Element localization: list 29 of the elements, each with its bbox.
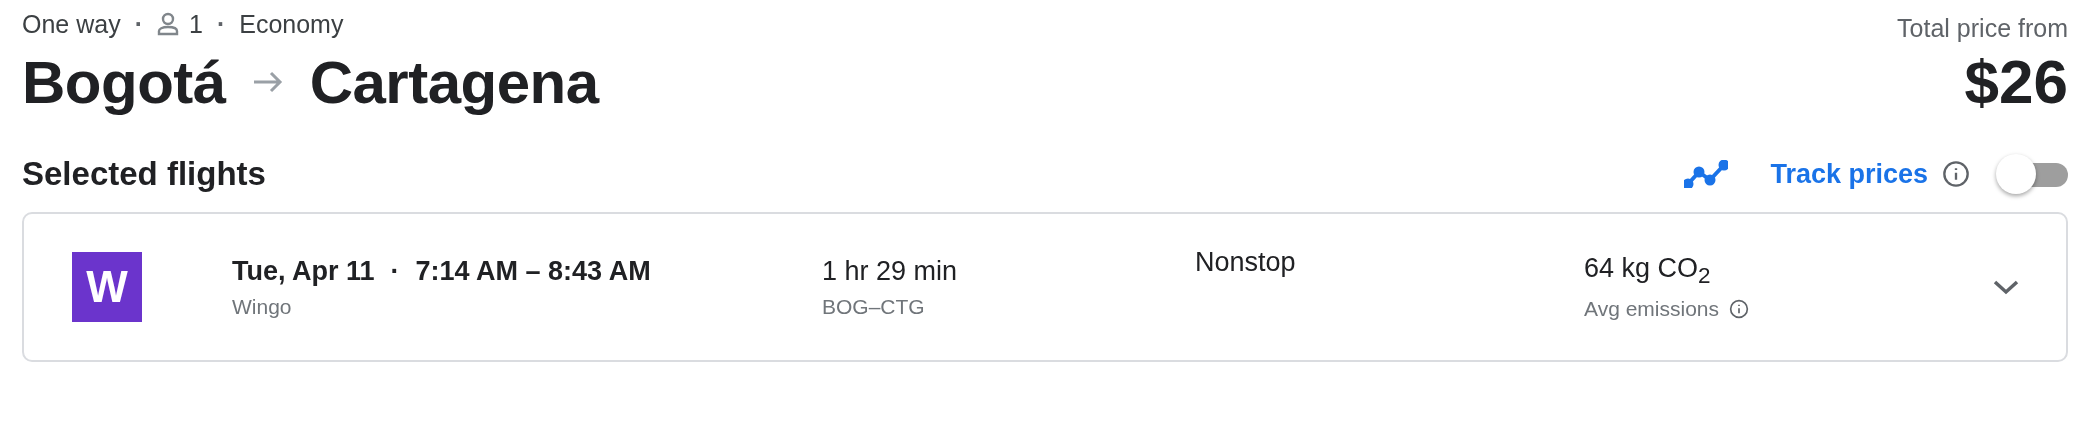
- destination-city: Cartagena: [309, 47, 599, 117]
- price-amount: $26: [1964, 46, 2068, 118]
- flight-date: Tue, Apr 11: [232, 255, 375, 287]
- separator-dot: ·: [134, 9, 143, 39]
- person-icon: [157, 12, 179, 36]
- flight-card[interactable]: W Tue, Apr 11 · 7:14 AM – 8:43 AM Wingo 1 hr 29 min BOG–CTG Nonstop 64 kg CO$_{2}$ Avg emissions: [22, 212, 2068, 362]
- track-prices-link[interactable]: Track prices: [1770, 158, 1928, 190]
- stops-text: Nonstop: [1195, 247, 1297, 278]
- flight-times: 7:14 AM – 8:43 AM: [415, 255, 651, 287]
- route-codes: BOG–CTG: [822, 294, 926, 319]
- origin-city: Bogotá: [22, 47, 226, 117]
- separator-dot: ·: [390, 255, 400, 287]
- airline-logo: W: [72, 252, 142, 322]
- emissions-value: 64 kg CO$_{2}$: [1584, 252, 1712, 290]
- separator-dot: ·: [216, 9, 226, 39]
- flight-duration: 1 hr 29 min: [822, 255, 959, 287]
- airline-name: Wingo: [232, 294, 293, 319]
- section-title: Selected flights: [22, 155, 266, 193]
- info-icon[interactable]: [1729, 299, 1749, 320]
- passenger-count[interactable]: 1: [189, 9, 203, 39]
- chevron-icon: [1992, 278, 2020, 296]
- trip-option[interactable]: Economy: [239, 9, 344, 39]
- info-icon[interactable]: [1942, 160, 1970, 188]
- arrow-icon: [251, 70, 284, 94]
- track-prices-toggle[interactable]: [1996, 154, 2068, 194]
- trend-line-icon[interactable]: [1684, 160, 1729, 188]
- emissions-label: Avg emissions: [1584, 297, 1719, 322]
- trip-option[interactable]: One way: [22, 9, 121, 39]
- price-label: Total price from: [1897, 12, 2068, 44]
